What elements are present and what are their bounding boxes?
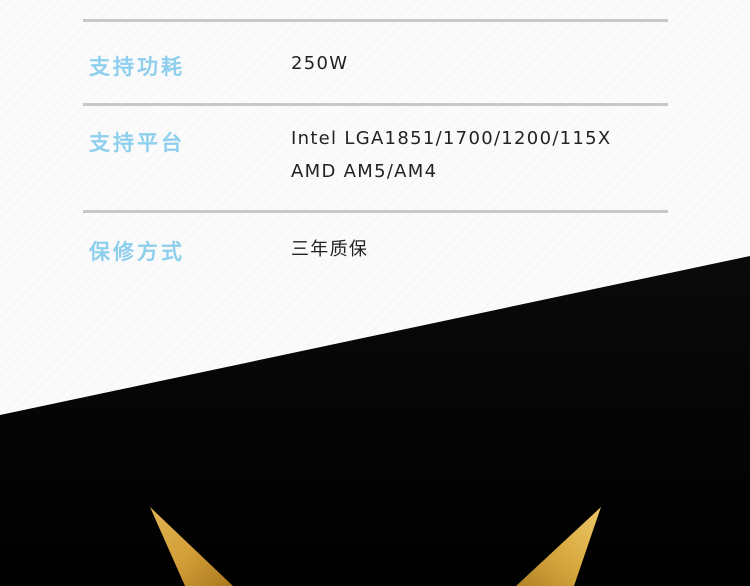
dark-banner-shape: [0, 256, 750, 586]
spec-value-warranty: 三年质保: [291, 233, 368, 266]
gold-v-wings-icon-right: [516, 507, 601, 586]
spec-value-power-line: 250W: [291, 53, 349, 74]
spec-value-platform: Intel LGA1851/1700/1200/115X AMD AM5/AM4: [291, 122, 612, 188]
gold-v-wings-icon-left: [150, 507, 233, 586]
spec-label-warranty: 保修方式: [89, 240, 185, 264]
spec-value-warranty-line: 三年质保: [291, 239, 369, 260]
spec-label-power: 支持功耗: [89, 55, 185, 79]
divider-1: [83, 103, 668, 106]
divider-top: [83, 19, 668, 22]
spec-table: 支持功耗 250W 支持平台 Intel LGA1851/1700/1200/1…: [0, 0, 750, 300]
spec-value-platform-line-intel: Intel LGA1851/1700/1200/115X: [291, 128, 612, 149]
spec-value-platform-line-amd: AMD AM5/AM4: [291, 161, 438, 182]
divider-2: [83, 210, 668, 213]
spec-value-power: 250W: [291, 47, 348, 80]
spec-label-platform: 支持平台: [89, 131, 185, 155]
